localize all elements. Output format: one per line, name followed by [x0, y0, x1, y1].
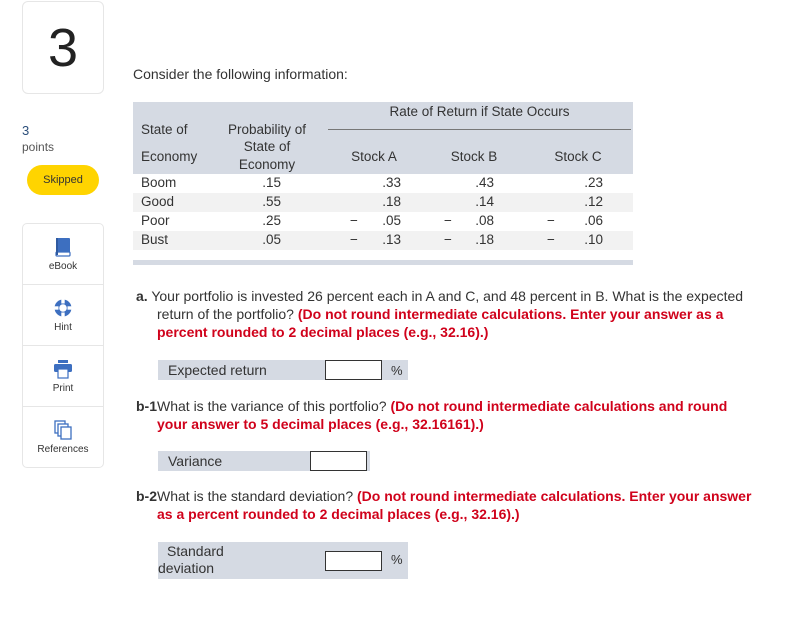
tools-panel: eBook Hint Print References	[22, 223, 104, 468]
sd-label-line2: deviation	[158, 560, 215, 576]
ebook-button[interactable]: eBook	[23, 224, 103, 285]
hint-label: Hint	[54, 321, 72, 333]
expected-return-row: Expected return %	[158, 360, 408, 380]
cell-stock-a-sign: −	[350, 232, 358, 247]
part-a-label: a.	[136, 288, 148, 304]
variance-label: Variance	[168, 453, 223, 469]
cell-state: Bust	[141, 232, 169, 247]
references-button[interactable]: References	[23, 407, 103, 468]
table-header: State of Economy Probability of State of…	[133, 102, 633, 174]
header-stock-a: Stock A	[351, 149, 397, 164]
cell-probability: .15	[262, 175, 281, 190]
expected-return-label: Expected return	[168, 362, 267, 378]
header-state-line2: Economy	[141, 149, 198, 164]
cell-stock-a: .18	[382, 194, 401, 209]
points-info: 3 points	[22, 123, 54, 155]
header-prob-line1: Probability of	[227, 122, 307, 137]
header-stock-b: Stock B	[450, 149, 498, 164]
ebook-label: eBook	[48, 260, 78, 272]
cell-stock-b: .43	[475, 175, 494, 190]
part-b1-label: b-1	[136, 398, 157, 414]
returns-table: State of Economy Probability of State of…	[133, 102, 633, 265]
cell-stock-b: .18	[475, 232, 494, 247]
hint-button[interactable]: Hint	[23, 285, 103, 346]
cell-state: Poor	[141, 213, 170, 228]
cell-stock-c-sign: −	[547, 232, 555, 247]
expected-return-input[interactable]	[325, 360, 382, 380]
table-row: Poor .25 − .05 − .08 − .06	[133, 212, 633, 231]
references-label: References	[37, 444, 89, 455]
cell-stock-c: .23	[584, 175, 603, 190]
print-label: Print	[52, 382, 74, 394]
question-number-box: 3	[22, 1, 104, 94]
cell-stock-c-sign: −	[547, 213, 555, 228]
standard-deviation-label: Standard deviation	[158, 543, 224, 577]
percent-unit: %	[391, 362, 403, 378]
header-rate-group: Rate of Return if State Occurs	[389, 104, 570, 119]
standard-deviation-input[interactable]	[325, 551, 382, 571]
cell-stock-c: .10	[584, 232, 603, 247]
cell-stock-a: .05	[382, 213, 401, 228]
cell-probability: .55	[262, 194, 281, 209]
question-number: 3	[47, 17, 79, 78]
header-prob-line3: Economy	[238, 157, 296, 172]
cell-stock-b-sign: −	[444, 213, 452, 228]
cell-stock-b: .08	[475, 213, 494, 228]
variance-input[interactable]	[310, 451, 367, 471]
points-label: points	[22, 140, 55, 154]
points-value: 3	[22, 123, 30, 138]
table-row: Good .55 .18 .14 .12	[133, 193, 633, 212]
part-b2-label: b-2	[136, 488, 157, 504]
table-row: Bust .05 − .13 − .18 − .10	[133, 231, 633, 250]
cell-state: Boom	[141, 175, 177, 190]
cell-stock-c: .12	[584, 194, 603, 209]
question-part-b1: b-1What is the variance of this portfoli…	[136, 397, 756, 433]
lifebuoy-icon	[54, 299, 72, 316]
intro-text: Consider the following information:	[133, 66, 348, 82]
part-b2-text: What is the standard deviation?	[157, 488, 354, 504]
book-icon	[55, 237, 71, 257]
table-row: Boom .15 .33 .43 .23	[133, 174, 633, 193]
part-b1-text: What is the variance of this portfolio?	[157, 398, 387, 414]
cell-stock-a: .33	[382, 175, 401, 190]
header-divider	[328, 129, 631, 130]
question-part-a: a. Your portfolio is invested 26 percent…	[136, 287, 756, 341]
cell-stock-b-sign: −	[444, 232, 452, 247]
documents-icon	[54, 420, 72, 440]
cell-stock-a-sign: −	[350, 213, 358, 228]
percent-unit: %	[391, 552, 403, 567]
question-part-b2: b-2What is the standard deviation? (Do n…	[136, 487, 756, 523]
print-button[interactable]: Print	[23, 346, 103, 407]
cell-stock-a: .13	[382, 232, 401, 247]
cell-probability: .05	[262, 232, 281, 247]
cell-state: Good	[141, 194, 175, 209]
cell-stock-c: .06	[584, 213, 603, 228]
header-state-line1: State of	[141, 122, 188, 137]
header-prob-line2: State of	[243, 139, 291, 154]
status-badge: Skipped	[27, 165, 99, 195]
standard-deviation-row: Standard deviation %	[158, 542, 408, 579]
cell-probability: .25	[262, 213, 281, 228]
table-footer-bar	[133, 260, 633, 265]
variance-row: Variance	[158, 451, 370, 471]
header-stock-c: Stock C	[554, 149, 602, 164]
sd-label-line1: Standard	[167, 543, 224, 559]
cell-stock-b: .14	[475, 194, 494, 209]
printer-icon	[54, 359, 72, 379]
